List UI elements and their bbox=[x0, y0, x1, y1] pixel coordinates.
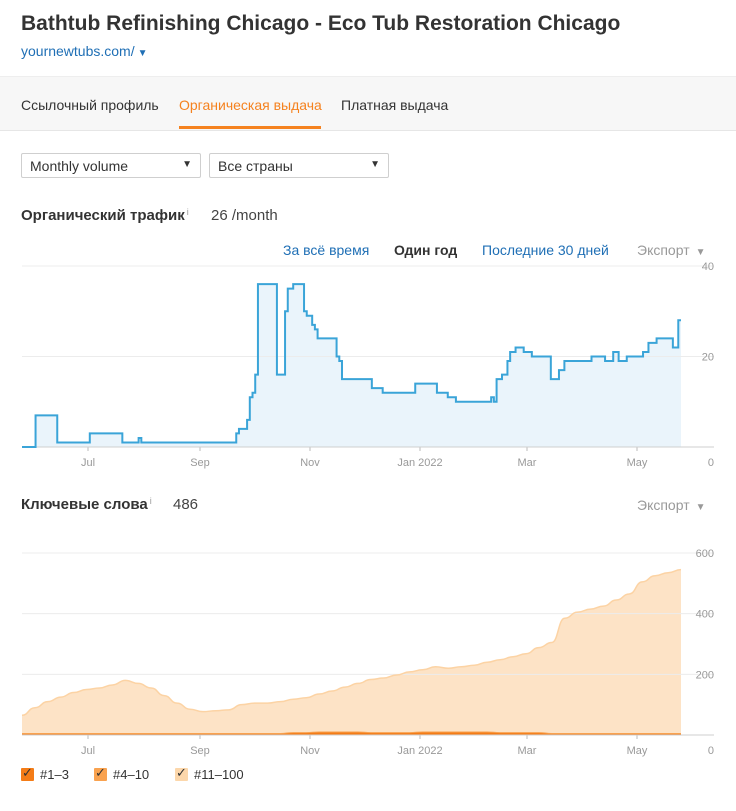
country-select[interactable]: Все страны ▼ bbox=[209, 153, 389, 178]
y-tick-label: 20 bbox=[702, 352, 714, 364]
checkmark-icon: ✓ bbox=[176, 765, 187, 780]
range-all-time[interactable]: За всё время bbox=[283, 242, 369, 258]
keywords-value: 486 bbox=[173, 496, 199, 513]
y-tick-label: 0 bbox=[708, 745, 714, 757]
traffic-section-title: Органический трафик i bbox=[21, 207, 189, 224]
chevron-down-icon[interactable]: ▼ bbox=[696, 502, 706, 513]
x-tick-label: Mar bbox=[518, 745, 537, 757]
volume-select-value[interactable]: Monthly volume bbox=[30, 158, 128, 174]
y-tick-label: 200 bbox=[696, 669, 714, 681]
series-11-100-area bbox=[22, 569, 681, 735]
tab-organic-search[interactable]: Органическая выдача bbox=[179, 97, 322, 113]
keywords-title-text: Ключевые слова bbox=[21, 496, 148, 513]
chevron-down-icon[interactable]: ▼ bbox=[696, 247, 706, 258]
traffic-export-button[interactable]: Экспорт ▼ bbox=[637, 242, 706, 258]
x-tick-label: Sep bbox=[190, 457, 210, 469]
legend-item-4-10[interactable]: ✓ #4–10 bbox=[94, 765, 150, 782]
x-tick-label: May bbox=[627, 745, 648, 757]
keywords-section-title: Ключевые слова i bbox=[21, 496, 152, 513]
x-tick-label: Jul bbox=[81, 457, 95, 469]
site-url-link[interactable]: yournewtubs.com/▼ bbox=[21, 43, 148, 59]
traffic-title-text: Органический трафик bbox=[21, 207, 185, 224]
x-tick-label: Jul bbox=[81, 745, 95, 757]
traffic-chart: 0 20 40 Jul Sep Nov Jan 2022 Mar May bbox=[22, 262, 714, 469]
checkmark-icon: ✓ bbox=[95, 765, 106, 780]
x-tick-label: Sep bbox=[190, 745, 210, 757]
page-title: Bathtub Refinishing Chicago - Eco Tub Re… bbox=[21, 12, 621, 35]
keywords-export-label[interactable]: Экспорт bbox=[637, 497, 690, 513]
range-last-30-days[interactable]: Последние 30 дней bbox=[482, 242, 609, 258]
y-tick-label: 400 bbox=[696, 609, 714, 621]
volume-select[interactable]: Monthly volume ▼ bbox=[21, 153, 201, 178]
traffic-area-fill bbox=[22, 284, 681, 447]
checkbox-top3[interactable]: ✓ bbox=[21, 765, 34, 781]
x-tick-label: Mar bbox=[518, 457, 537, 469]
info-icon[interactable]: i bbox=[150, 496, 152, 506]
x-tick-label: Nov bbox=[300, 457, 320, 469]
checkbox-11-100[interactable]: ✓ bbox=[175, 765, 188, 781]
legend-label-top3: #1–3 bbox=[40, 767, 69, 782]
y-tick-label: 0 bbox=[708, 457, 714, 469]
x-tick-label: May bbox=[627, 457, 648, 469]
site-url-text[interactable]: yournewtubs.com/ bbox=[21, 43, 135, 59]
chevron-down-icon[interactable]: ▼ bbox=[182, 159, 192, 170]
site-header: Bathtub Refinishing Chicago - Eco Tub Re… bbox=[0, 0, 736, 76]
x-tick-label: Jan 2022 bbox=[397, 745, 442, 757]
report-tabs: Ссылочный профиль Органическая выдача Пл… bbox=[0, 76, 736, 131]
active-tab-indicator bbox=[179, 126, 321, 129]
checkbox-4-10[interactable]: ✓ bbox=[94, 765, 107, 781]
tab-paid-search[interactable]: Платная выдача bbox=[341, 97, 448, 113]
legend-label-4-10: #4–10 bbox=[113, 767, 150, 782]
range-one-year[interactable]: Один год bbox=[394, 242, 457, 258]
checkmark-icon: ✓ bbox=[22, 765, 33, 780]
tab-backlink-profile[interactable]: Ссылочный профиль bbox=[21, 97, 159, 113]
traffic-value: 26 /month bbox=[211, 207, 278, 224]
info-icon[interactable]: i bbox=[187, 207, 189, 217]
y-tick-label: 600 bbox=[696, 548, 714, 560]
keywords-chart: 0 200 400 600 Jul Sep Nov Jan 2022 Mar May bbox=[21, 548, 714, 757]
y-tick-label: 40 bbox=[702, 262, 714, 273]
traffic-export-label[interactable]: Экспорт bbox=[637, 242, 690, 258]
legend-item-top3[interactable]: ✓ #1–3 bbox=[21, 765, 69, 782]
keywords-export-button[interactable]: Экспорт ▼ bbox=[637, 497, 706, 513]
x-tick-label: Jan 2022 bbox=[397, 457, 442, 469]
country-select-value[interactable]: Все страны bbox=[218, 158, 293, 174]
legend-label-11-100: #11–100 bbox=[194, 767, 244, 782]
x-tick-label: Nov bbox=[300, 745, 320, 757]
chevron-down-icon[interactable]: ▼ bbox=[138, 48, 148, 59]
chevron-down-icon[interactable]: ▼ bbox=[370, 159, 380, 170]
legend-item-11-100[interactable]: ✓ #11–100 bbox=[175, 765, 244, 782]
